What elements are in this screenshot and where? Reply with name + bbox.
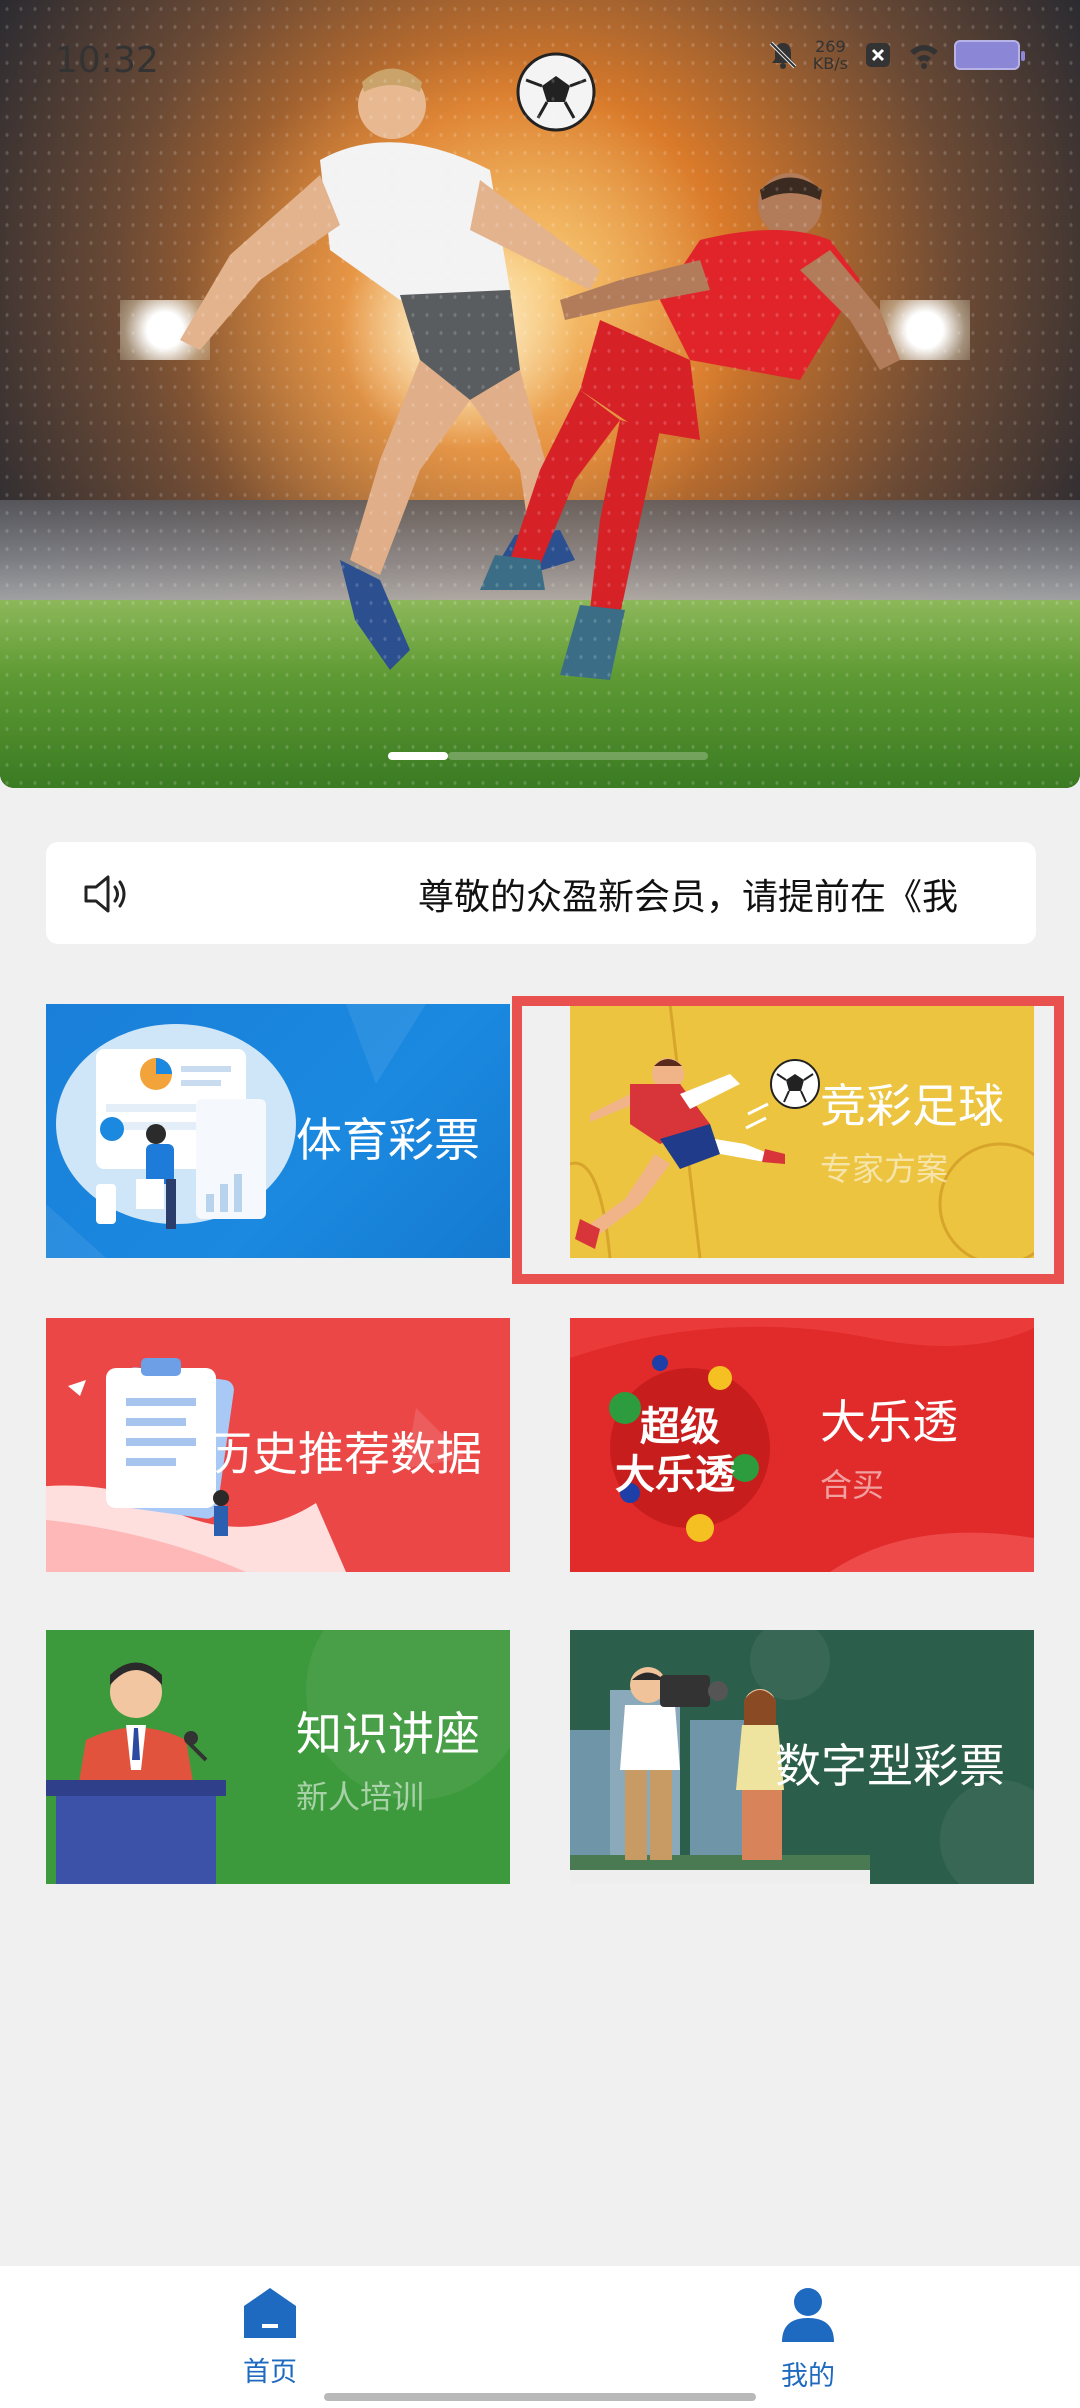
- notice-text: 尊敬的众盈新会员，请提前在《我: [418, 877, 959, 918]
- tile-title: 历史推荐数据: [206, 1427, 482, 1481]
- dalet-logo-line2: 大乐透: [615, 1452, 736, 1498]
- banner-pager: [388, 752, 708, 760]
- nav-home[interactable]: 首页: [200, 2286, 340, 2389]
- tile-subtitle: 专家方案: [820, 1150, 949, 1188]
- dalet-logo-illustration: 超级 大乐透: [570, 1318, 1034, 1572]
- pager-track: [448, 752, 708, 760]
- notice-bar[interactable]: 尊敬的众盈新会员，请提前在《我: [46, 842, 1036, 944]
- status-icons: 269 KB/s: [767, 38, 1025, 72]
- dalet-logo-line1: 超级: [640, 1404, 720, 1450]
- status-bar: 10:32 269 KB/s: [0, 0, 1080, 120]
- network-speed: 269 KB/s: [813, 38, 848, 72]
- tile-title: 知识讲座: [296, 1707, 480, 1761]
- tile-sports-lottery[interactable]: 体育彩票: [46, 1004, 510, 1258]
- home-icon: [244, 2288, 296, 2338]
- pager-dot-active: [388, 752, 448, 760]
- tile-jingcai-football[interactable]: 竞彩足球 专家方案: [570, 1004, 1034, 1258]
- football-icon: [770, 1059, 820, 1109]
- status-time: 10:32: [55, 40, 159, 81]
- battery-icon: [954, 40, 1025, 70]
- wifi-icon: [910, 45, 938, 69]
- tile-title: 体育彩票: [296, 1113, 480, 1167]
- tile-digital-lottery[interactable]: 数字型彩票: [570, 1630, 1034, 1884]
- tile-title: 竞彩足球: [820, 1079, 1004, 1133]
- network-speed-unit: KB/s: [812, 54, 848, 73]
- nav-me-label: 我的: [781, 2361, 835, 2392]
- tile-subtitle: 合买: [820, 1466, 885, 1504]
- tile-title: 大乐透: [820, 1395, 958, 1449]
- tile-dalet[interactable]: 超级 大乐透 大乐透 合买: [570, 1318, 1034, 1572]
- tile-subtitle: 新人培训: [296, 1778, 425, 1816]
- tile-knowledge-lecture[interactable]: 知识讲座 新人培训: [46, 1630, 510, 1884]
- home-indicator[interactable]: [324, 2393, 756, 2401]
- nav-home-label: 首页: [243, 2357, 297, 2388]
- sim-x-icon: [866, 43, 890, 67]
- nav-me[interactable]: 我的: [738, 2286, 878, 2393]
- tile-history-data[interactable]: 历史推荐数据: [46, 1318, 510, 1572]
- tile-title: 数字型彩票: [775, 1739, 1005, 1793]
- speaker-icon: [84, 875, 126, 913]
- mute-bell-icon: [769, 41, 797, 69]
- network-speed-value: 269: [815, 37, 846, 56]
- bottom-nav: 首页 我的: [0, 2266, 1080, 2408]
- user-icon: [782, 2288, 834, 2342]
